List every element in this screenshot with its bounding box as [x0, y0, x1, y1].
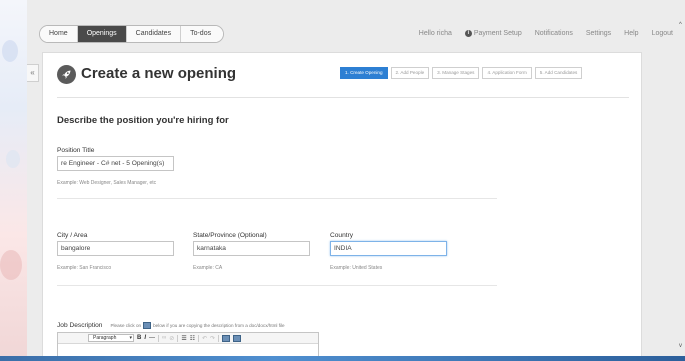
step-create-opening[interactable]: 1. Create Opening [340, 67, 388, 79]
step-application-form[interactable]: 4. Application Form [482, 67, 532, 79]
job-description-label: Job Description [57, 322, 103, 329]
bold-button[interactable]: B [137, 335, 141, 341]
job-description-note: Please click on below if you are copying… [110, 322, 285, 329]
rocket-icon [57, 65, 76, 84]
job-description-note-before: Please click on [110, 323, 142, 328]
nav-tab-openings[interactable]: Openings [77, 26, 127, 42]
position-title-label: Position Title [57, 147, 95, 154]
paste-from-word-icon [143, 322, 152, 329]
section-divider [57, 285, 497, 286]
city-label: City / Area [57, 232, 88, 239]
top-navigation: Home Openings Candidates To-dos Hello ri… [27, 14, 679, 52]
format-dropdown-value: Paragraph [93, 335, 117, 341]
nav-tab-todos[interactable]: To-dos [181, 26, 224, 42]
payment-setup-link[interactable]: i Payment Setup [464, 30, 522, 37]
nav-tab-home[interactable]: Home [40, 26, 78, 42]
redo-button[interactable]: ↷ [210, 335, 215, 342]
user-menu: Hello richa i Payment Setup Notification… [419, 30, 673, 37]
main-nav-tabs: Home Openings Candidates To-dos [39, 25, 225, 43]
job-description-row: Job Description Please click on below if… [57, 322, 285, 329]
horizontal-rule-button[interactable]: — [149, 335, 155, 341]
link-button[interactable]: ∞ [162, 335, 166, 341]
position-title-input[interactable]: re Engineer - C# net - 5 Opening(s) [57, 156, 174, 171]
logout-link[interactable]: Logout [652, 30, 673, 37]
background-blot [0, 250, 22, 280]
toolbar-separator [158, 334, 160, 342]
page-title: Create a new opening [81, 65, 237, 82]
notifications-link[interactable]: Notifications [535, 30, 573, 37]
settings-link[interactable]: Settings [586, 30, 611, 37]
country-label: Country [330, 232, 354, 239]
os-taskbar [0, 356, 685, 361]
wizard-steps: 1. Create Opening 2. Add People 3. Manag… [340, 67, 583, 79]
create-opening-card: Create a new opening 1. Create Opening 2… [42, 52, 642, 361]
country-hint: Example: United States [330, 265, 383, 271]
chevron-down-icon: ▾ [129, 335, 132, 341]
numbered-list-button[interactable]: ☷ [190, 335, 195, 342]
unlink-button[interactable]: ⊘ [169, 335, 174, 342]
section-title: Describe the position you're hiring for [57, 115, 229, 126]
city-input[interactable]: bangalore [57, 241, 174, 256]
desktop-background-strip [0, 0, 27, 361]
toolbar-separator [177, 334, 179, 342]
user-greeting[interactable]: Hello richa [419, 30, 452, 37]
italic-button[interactable]: I [144, 335, 146, 341]
step-manage-stages[interactable]: 3. Manage Stages [432, 67, 480, 79]
info-icon: i [464, 30, 472, 37]
editor-toolbar: Paragraph ▾ B I — ∞ ⊘ ☰ ☷ ↶ ↷ [58, 333, 318, 344]
job-description-note-after: below if you are copying the description… [153, 323, 285, 328]
background-blot [2, 40, 18, 62]
scroll-up-arrow[interactable]: ^ [679, 22, 685, 30]
state-label: State/Province (Optional) [193, 232, 267, 239]
scroll-down-arrow[interactable]: v [679, 343, 685, 351]
help-link[interactable]: Help [624, 30, 638, 37]
sidebar-collapse-button[interactable]: « [27, 64, 39, 82]
toolbar-separator [198, 334, 200, 342]
position-title-hint: Example: Web Designer, Sales Manager, et… [57, 180, 157, 186]
toolbar-separator [218, 334, 220, 342]
step-add-candidates[interactable]: 5. Add Candidates [534, 67, 583, 79]
city-hint: Example: San Francisco [57, 265, 112, 271]
nav-tab-candidates[interactable]: Candidates [126, 26, 182, 42]
paste-from-word-icon[interactable] [222, 334, 231, 342]
state-input[interactable]: karnataka [193, 241, 310, 256]
header-divider [57, 97, 629, 98]
format-dropdown[interactable]: Paragraph ▾ [88, 334, 134, 342]
section-divider [57, 198, 497, 199]
country-input[interactable]: INDIA [330, 241, 447, 256]
undo-button[interactable]: ↶ [202, 335, 207, 342]
bullet-list-button[interactable]: ☰ [181, 335, 186, 342]
payment-setup-label: Payment Setup [473, 30, 522, 37]
card-header: Create a new opening 1. Create Opening 2… [43, 53, 641, 97]
background-blot [6, 150, 20, 168]
step-add-people[interactable]: 2. Add People [390, 67, 430, 79]
state-hint: Example: CA [193, 265, 223, 271]
paste-text-icon[interactable] [233, 334, 242, 342]
